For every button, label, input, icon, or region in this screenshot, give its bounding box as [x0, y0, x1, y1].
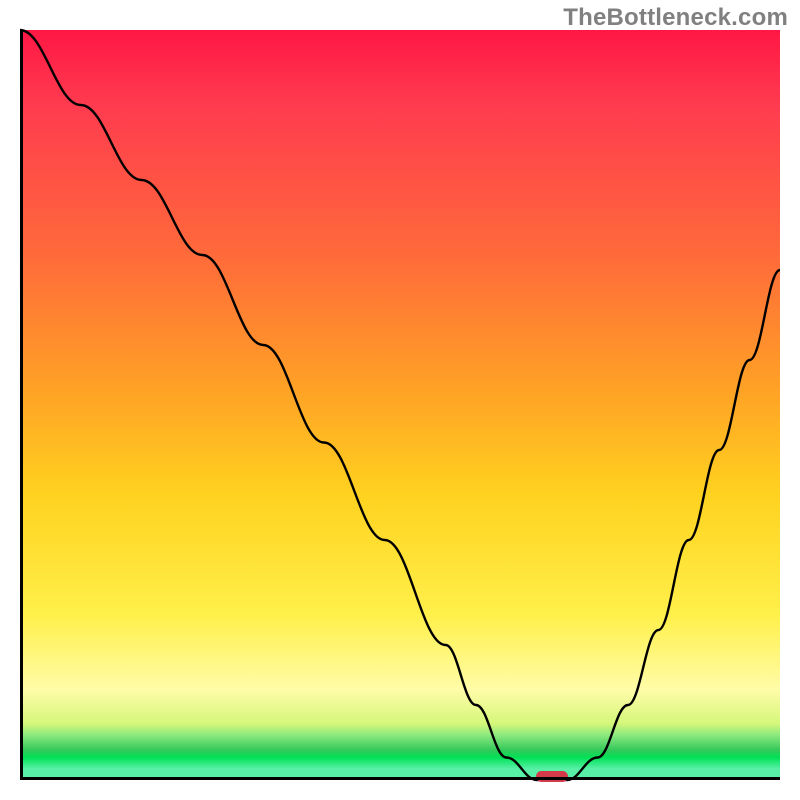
- curve-layer: [20, 30, 780, 780]
- bottleneck-curve: [20, 30, 780, 780]
- chart-container: TheBottleneck.com: [0, 0, 800, 800]
- optimum-marker: [536, 771, 568, 782]
- plot-area: [20, 30, 780, 780]
- watermark-text: TheBottleneck.com: [563, 4, 788, 32]
